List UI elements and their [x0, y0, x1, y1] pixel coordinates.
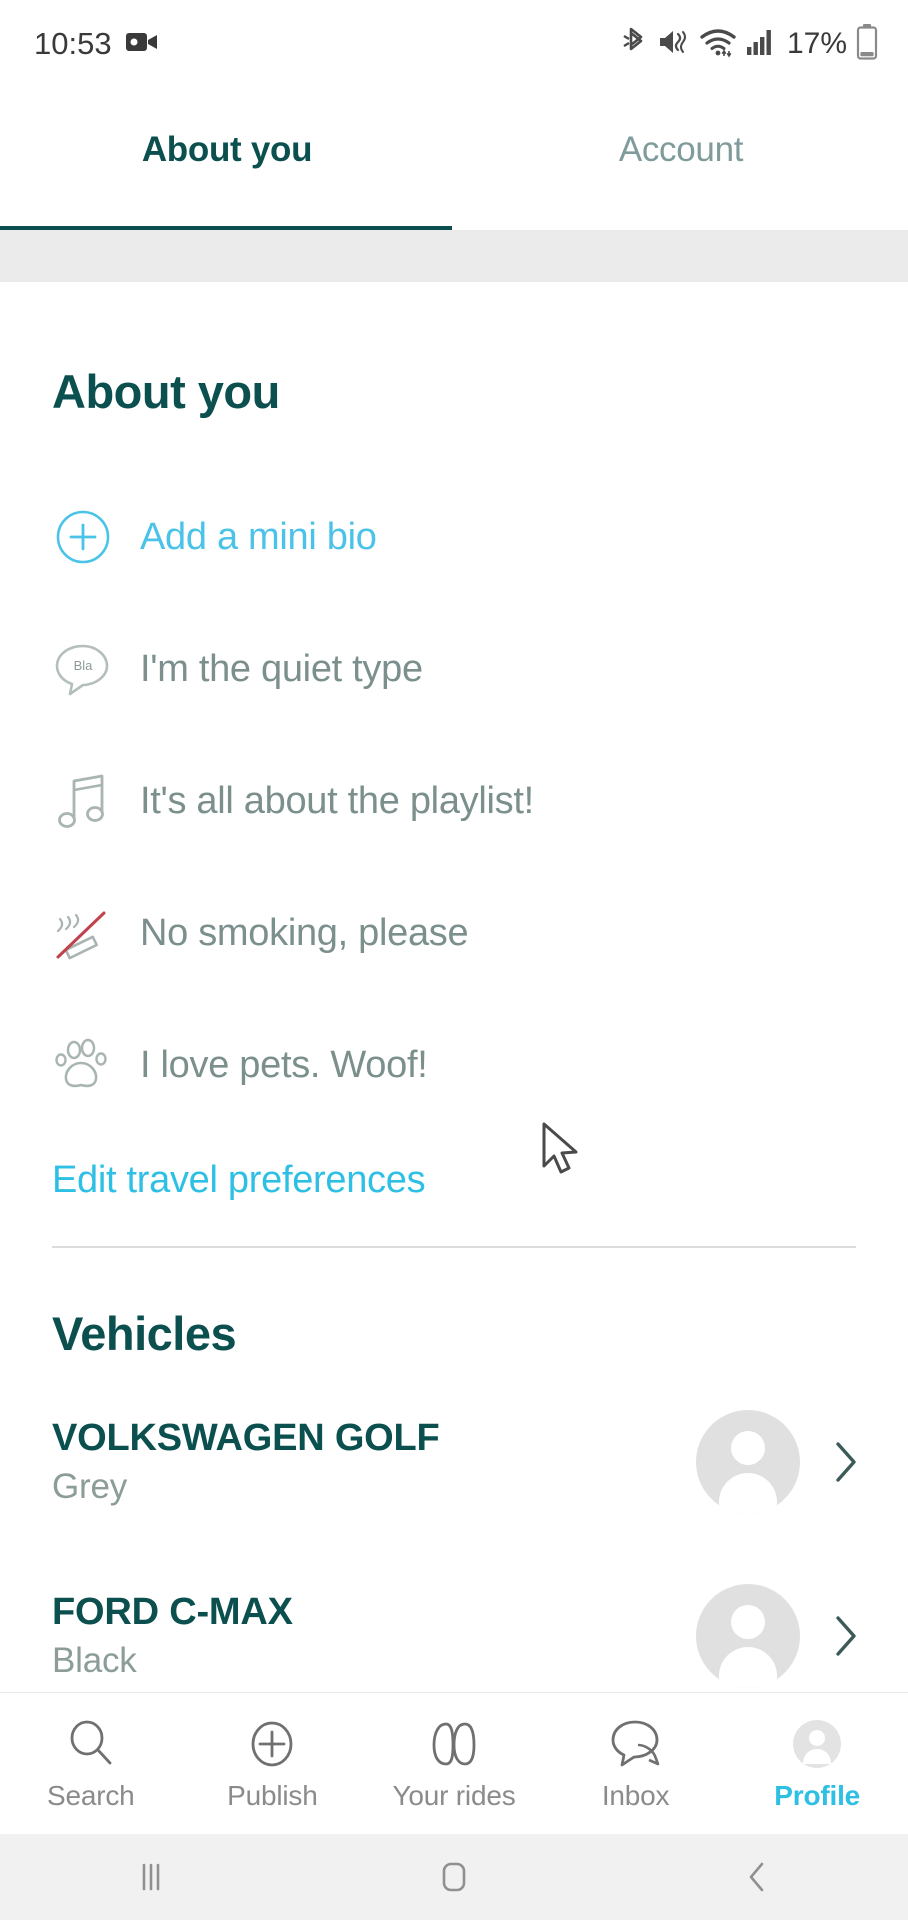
- preference-label: I love pets. Woof!: [140, 1043, 428, 1086]
- tab-about-you[interactable]: About you: [0, 88, 454, 230]
- plus-circle-icon: [246, 1716, 298, 1772]
- wifi-icon: [699, 25, 737, 64]
- vehicle-text: VOLKSWAGEN GOLF Grey: [52, 1417, 696, 1507]
- mute-icon: [658, 25, 690, 64]
- preference-label: No smoking, please: [140, 911, 469, 954]
- battery-icon: [856, 23, 878, 65]
- home-icon[interactable]: [303, 1858, 606, 1896]
- avatar: [696, 1584, 800, 1688]
- nav-item-search[interactable]: Search: [0, 1716, 182, 1812]
- preference-row-add-mini-bio[interactable]: Add a mini bio: [0, 471, 908, 603]
- preference-row-playlist: It's all about the playlist!: [0, 735, 908, 867]
- section-separator-bar: [0, 230, 908, 282]
- vehicle-color: Grey: [52, 1466, 128, 1506]
- vehicle-name: VOLKSWAGEN GOLF: [52, 1417, 440, 1460]
- tab-bar: About you Account: [0, 88, 908, 230]
- tab-account[interactable]: Account: [454, 88, 908, 230]
- bottom-navigation-bar: Search Publish Your rides Inbox Profile: [0, 1692, 908, 1834]
- tabs-row: About you Account: [0, 88, 908, 230]
- nav-item-inbox[interactable]: Inbox: [545, 1716, 727, 1812]
- avatar: [696, 1410, 800, 1514]
- content-divider: [52, 1246, 856, 1248]
- music-note-icon: [52, 770, 114, 832]
- person-avatar-icon: [791, 1716, 843, 1772]
- vehicle-name: FORD C-MAX: [52, 1591, 293, 1634]
- preference-label: I'm the quiet type: [140, 647, 423, 690]
- chat-bubble-bla-icon: Bla: [52, 638, 114, 700]
- edit-travel-preferences-link[interactable]: Edit travel preferences: [0, 1159, 908, 1202]
- status-bar-right: 17%: [623, 23, 878, 65]
- recents-icon[interactable]: [0, 1860, 303, 1894]
- nav-label: Publish: [227, 1779, 318, 1811]
- vehicle-row-ford-c-max[interactable]: FORD C-MAX Black: [0, 1563, 908, 1692]
- status-bar: 10:53 17%: [0, 0, 908, 88]
- status-clock: 10:53: [34, 26, 112, 61]
- plus-circle-icon: [52, 506, 114, 568]
- chevron-right-icon[interactable]: [828, 1614, 864, 1658]
- main-content: About you Add a mini bio Bla I'm the qui…: [0, 282, 908, 1692]
- app-root: 10:53 17% About you Account About you Ad…: [0, 0, 908, 1920]
- magnifier-icon: [65, 1716, 117, 1772]
- vehicle-row-volkswagen-golf[interactable]: VOLKSWAGEN GOLF Grey: [0, 1389, 908, 1535]
- nav-label: Inbox: [601, 1779, 670, 1811]
- bluetooth-icon: [623, 25, 649, 64]
- status-bar-left: 10:53: [34, 26, 158, 62]
- svg-text:Bla: Bla: [74, 658, 94, 673]
- preference-label: Add a mini bio: [140, 515, 377, 558]
- nav-item-profile[interactable]: Profile: [726, 1716, 908, 1812]
- chat-bubbles-icon: [608, 1716, 664, 1772]
- battery-percent: 17%: [786, 27, 847, 60]
- about-you-heading: About you: [52, 365, 280, 418]
- no-smoking-icon: [52, 902, 114, 964]
- chevron-right-icon[interactable]: [828, 1440, 864, 1484]
- preferences-list: Add a mini bio Bla I'm the quiet type It…: [0, 471, 908, 1131]
- system-navigation-bar: [0, 1834, 908, 1920]
- vehicle-color: Black: [52, 1640, 137, 1680]
- nav-label: Search: [47, 1779, 135, 1811]
- steering-road-icon: [425, 1716, 483, 1772]
- preference-row-pets: I love pets. Woof!: [0, 999, 908, 1131]
- signal-icon: [746, 27, 774, 62]
- nav-item-publish[interactable]: Publish: [182, 1716, 364, 1812]
- vehicle-text: FORD C-MAX Black: [52, 1591, 696, 1681]
- nav-label: Profile: [774, 1779, 861, 1811]
- preference-label: It's all about the playlist!: [140, 779, 534, 822]
- vehicles-heading: Vehicles: [52, 1307, 237, 1360]
- back-icon[interactable]: [605, 1858, 908, 1896]
- preference-row-quiet-type: Bla I'm the quiet type: [0, 603, 908, 735]
- paw-print-icon: [52, 1034, 114, 1096]
- video-recording-icon: [125, 30, 158, 59]
- nav-label: Your rides: [392, 1779, 516, 1811]
- preference-row-no-smoking: No smoking, please: [0, 867, 908, 999]
- nav-item-your-rides[interactable]: Your rides: [363, 1716, 545, 1812]
